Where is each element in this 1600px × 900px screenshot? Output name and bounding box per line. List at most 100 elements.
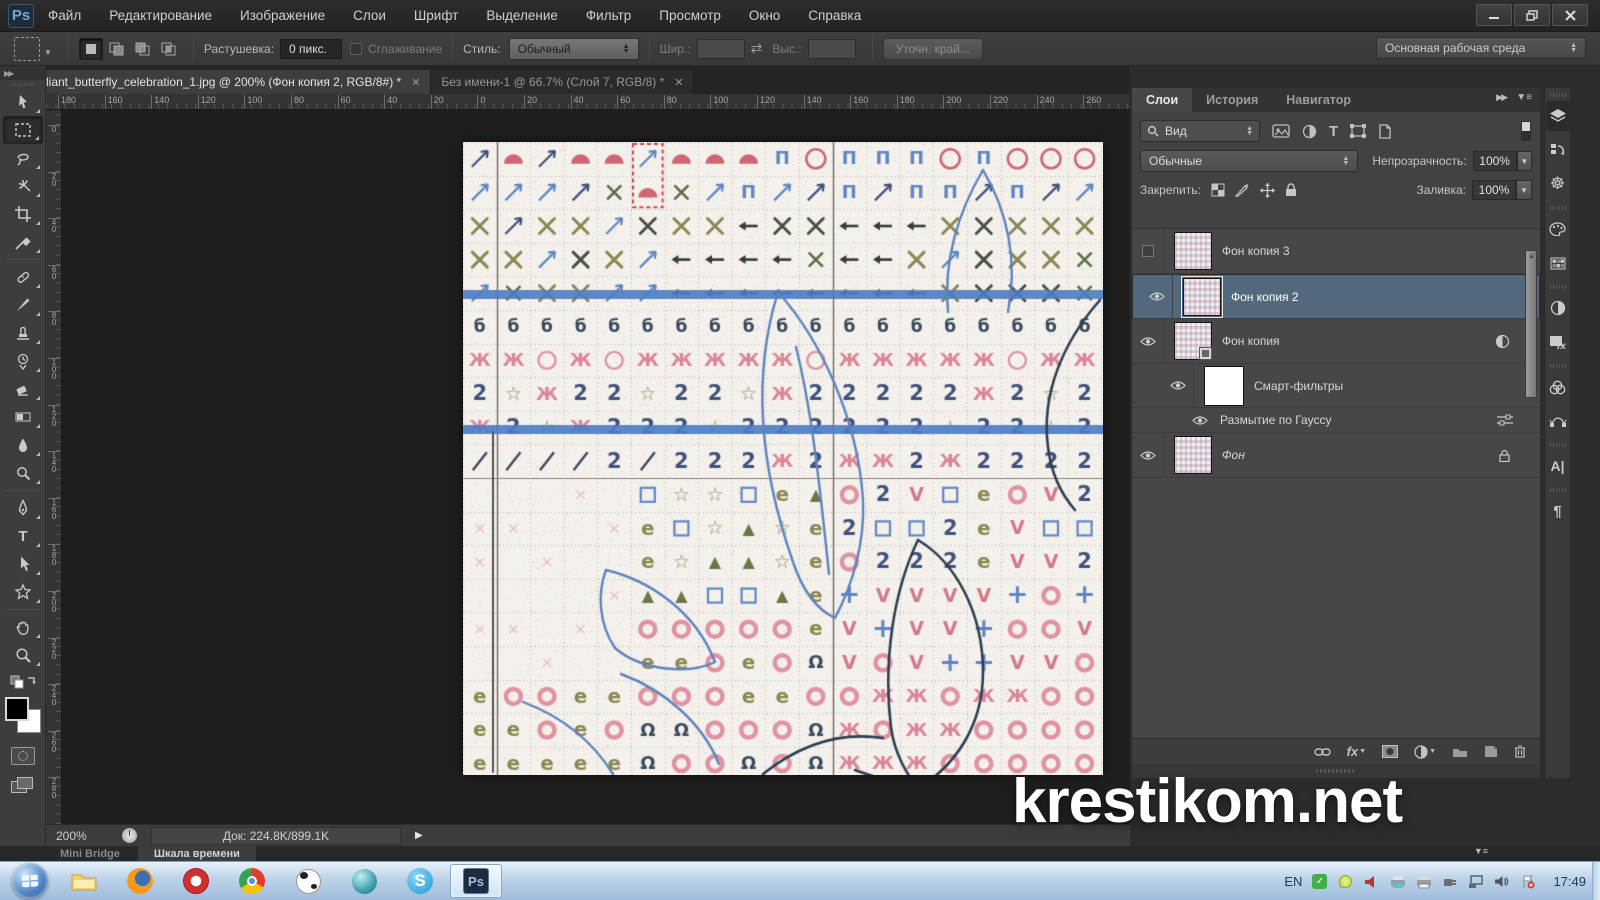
taskbar-app-explorer[interactable] (58, 864, 110, 898)
close-button[interactable] (1552, 4, 1588, 26)
layer-row-фон-копия-3[interactable]: Фон копия 3 (1132, 229, 1540, 274)
layer-name[interactable]: Фон (1222, 448, 1245, 462)
tab-close-icon[interactable]: ✕ (411, 76, 420, 89)
character-panel-icon[interactable]: A| (1546, 451, 1570, 481)
start-button[interactable] (12, 863, 48, 899)
tray-antivirus-icon[interactable]: ✓ (1311, 873, 1328, 890)
refine-edge-button[interactable]: Уточн. край... (883, 38, 983, 60)
menu-item-справка[interactable]: Справка (808, 8, 861, 23)
layer-visibility-eye-icon[interactable] (1162, 364, 1194, 407)
layer-row-фон[interactable]: Фон (1132, 433, 1540, 478)
workspace-select[interactable]: Основная рабочая среда▲▼ (1376, 37, 1586, 59)
menu-item-окно[interactable]: Окно (749, 8, 780, 23)
paths-panel-icon[interactable] (1546, 406, 1570, 436)
layer-filter-select[interactable]: Вид ▲▼ (1140, 120, 1260, 142)
layer-name[interactable]: Размытие по Гауссу (1220, 413, 1331, 427)
tray-printer-icon[interactable] (1415, 873, 1432, 890)
selection-mode-new-button[interactable] (79, 38, 103, 60)
foreground-color-swatch[interactable] (5, 697, 29, 721)
clone-stamp-tool[interactable] (3, 319, 43, 347)
timeline-panel-menu-icon[interactable]: ▼≡ (1474, 846, 1488, 856)
layer-visibility-eye-icon[interactable] (1184, 408, 1216, 432)
history-panel-icon[interactable] (1546, 135, 1570, 165)
layer-thumbnail[interactable] (1183, 278, 1221, 316)
tab-timeline[interactable]: Шкала времени (138, 846, 256, 861)
layer-row-размытие-по-гауссу[interactable]: Размытие по Гауссу (1132, 408, 1540, 433)
gradient-tool[interactable] (3, 403, 43, 431)
fill-value[interactable]: 100% (1472, 180, 1516, 200)
eyedropper-tool[interactable] (3, 228, 43, 256)
antialias-checkbox[interactable] (350, 43, 362, 55)
opacity-dropdown-icon[interactable]: ▼ (1517, 151, 1532, 171)
layer-name[interactable]: Смарт-фильтры (1254, 379, 1343, 393)
menu-item-просмотр[interactable]: Просмотр (659, 8, 721, 23)
lock-transparency-icon[interactable] (1211, 183, 1225, 197)
menu-item-файл[interactable]: Файл (48, 8, 81, 23)
tray-network-icon[interactable] (1467, 873, 1484, 890)
opacity-value[interactable]: 100% (1473, 151, 1517, 171)
tool-preset-dropdown-icon[interactable]: ▼ (44, 48, 52, 57)
minimize-button[interactable] (1476, 4, 1512, 26)
status-arrow-icon[interactable]: ▶ (415, 830, 423, 841)
selection-mode-add-button[interactable] (105, 38, 129, 60)
filter-pixel-layers-icon[interactable] (1272, 124, 1290, 138)
blur-tool[interactable] (3, 431, 43, 459)
path-selection-tool[interactable] (3, 550, 43, 578)
tray-volume-mixer-icon[interactable] (1363, 873, 1380, 890)
layer-thumbnail[interactable] (1174, 436, 1212, 474)
document-tab-1[interactable]: brilliant_butterfly_celebration_1.jpg @ … (20, 70, 431, 94)
quick-selection-tool[interactable] (3, 172, 43, 200)
tool-preset-icon[interactable] (14, 37, 40, 61)
taskbar-app-firefox[interactable] (114, 864, 166, 898)
tab-mini-bridge[interactable]: Mini Bridge (60, 848, 120, 860)
layer-style-button[interactable]: fx▼ (1347, 744, 1367, 759)
dock-collapse-icon[interactable]: ▶▶ (1496, 92, 1506, 103)
rectangular-marquee-tool[interactable] (3, 116, 43, 144)
menu-item-шрифт[interactable]: Шрифт (414, 8, 458, 23)
layer-row-фон-копия[interactable]: Фон копия (1132, 319, 1540, 364)
lock-pixels-icon[interactable] (1235, 183, 1250, 197)
lasso-tool[interactable] (3, 144, 43, 172)
layer-visibility-eye-icon[interactable] (1132, 319, 1164, 363)
language-indicator[interactable]: EN (1284, 874, 1302, 889)
history-brush-tool[interactable] (3, 347, 43, 375)
taskbar-app-globe[interactable] (338, 864, 390, 898)
layer-row-смарт-фильтры[interactable]: Смарт-фильтры (1132, 364, 1540, 408)
zoom-level[interactable]: 200% (56, 829, 108, 843)
feather-input[interactable]: 0 пикс. (280, 39, 342, 59)
new-layer-button[interactable] (1484, 745, 1498, 758)
menu-item-изображение[interactable]: Изображение (240, 8, 325, 23)
swatches-panel-icon[interactable] (1546, 248, 1570, 278)
tab-close-icon[interactable]: ✕ (674, 76, 683, 89)
document-tab-2[interactable]: Без имени-1 @ 66.7% (Слой 7, RGB/8) *✕ (431, 70, 694, 94)
swap-dimensions-icon[interactable]: ⇄ (751, 40, 763, 57)
menu-item-выделение[interactable]: Выделение (486, 8, 558, 23)
layers-scrollbar[interactable] (1525, 250, 1537, 398)
delete-layer-button[interactable] (1514, 745, 1526, 758)
style-select[interactable]: Обычный▲▼ (509, 38, 639, 60)
height-input[interactable] (808, 39, 856, 59)
layer-visibility-eye-icon[interactable] (1141, 275, 1173, 318)
panel-tab-слои[interactable]: Слои (1132, 88, 1192, 112)
tray-lime-icon[interactable] (1337, 873, 1354, 890)
quick-mask-button[interactable] (11, 747, 35, 765)
document-size-info[interactable]: Док: 224.8K/899.1K (151, 827, 401, 845)
adjustment-layer-button[interactable]: ▼ (1414, 745, 1436, 759)
filter-shape-layers-icon[interactable] (1350, 124, 1366, 138)
layer-name[interactable]: Фон копия 2 (1231, 290, 1299, 304)
eraser-tool[interactable] (3, 375, 43, 403)
zoom-tool[interactable] (3, 641, 43, 669)
taskbar-app-cow[interactable] (282, 864, 334, 898)
brush-tool[interactable] (3, 291, 43, 319)
menu-item-редактирование[interactable]: Редактирование (109, 8, 212, 23)
add-layer-mask-button[interactable] (1382, 745, 1398, 758)
panel-menu-icon[interactable]: ▼≡ (1516, 92, 1532, 103)
adjustments-panel-icon[interactable] (1546, 293, 1570, 323)
menu-item-слои[interactable]: Слои (353, 8, 386, 23)
filter-adjustment-layers-icon[interactable] (1302, 124, 1317, 139)
move-tool[interactable] (3, 88, 43, 116)
layer-thumbnail[interactable] (1174, 232, 1212, 270)
width-input[interactable] (697, 39, 745, 59)
panel-tab-история[interactable]: История (1192, 88, 1272, 112)
panel-tab-навигатор[interactable]: Навигатор (1272, 88, 1365, 112)
